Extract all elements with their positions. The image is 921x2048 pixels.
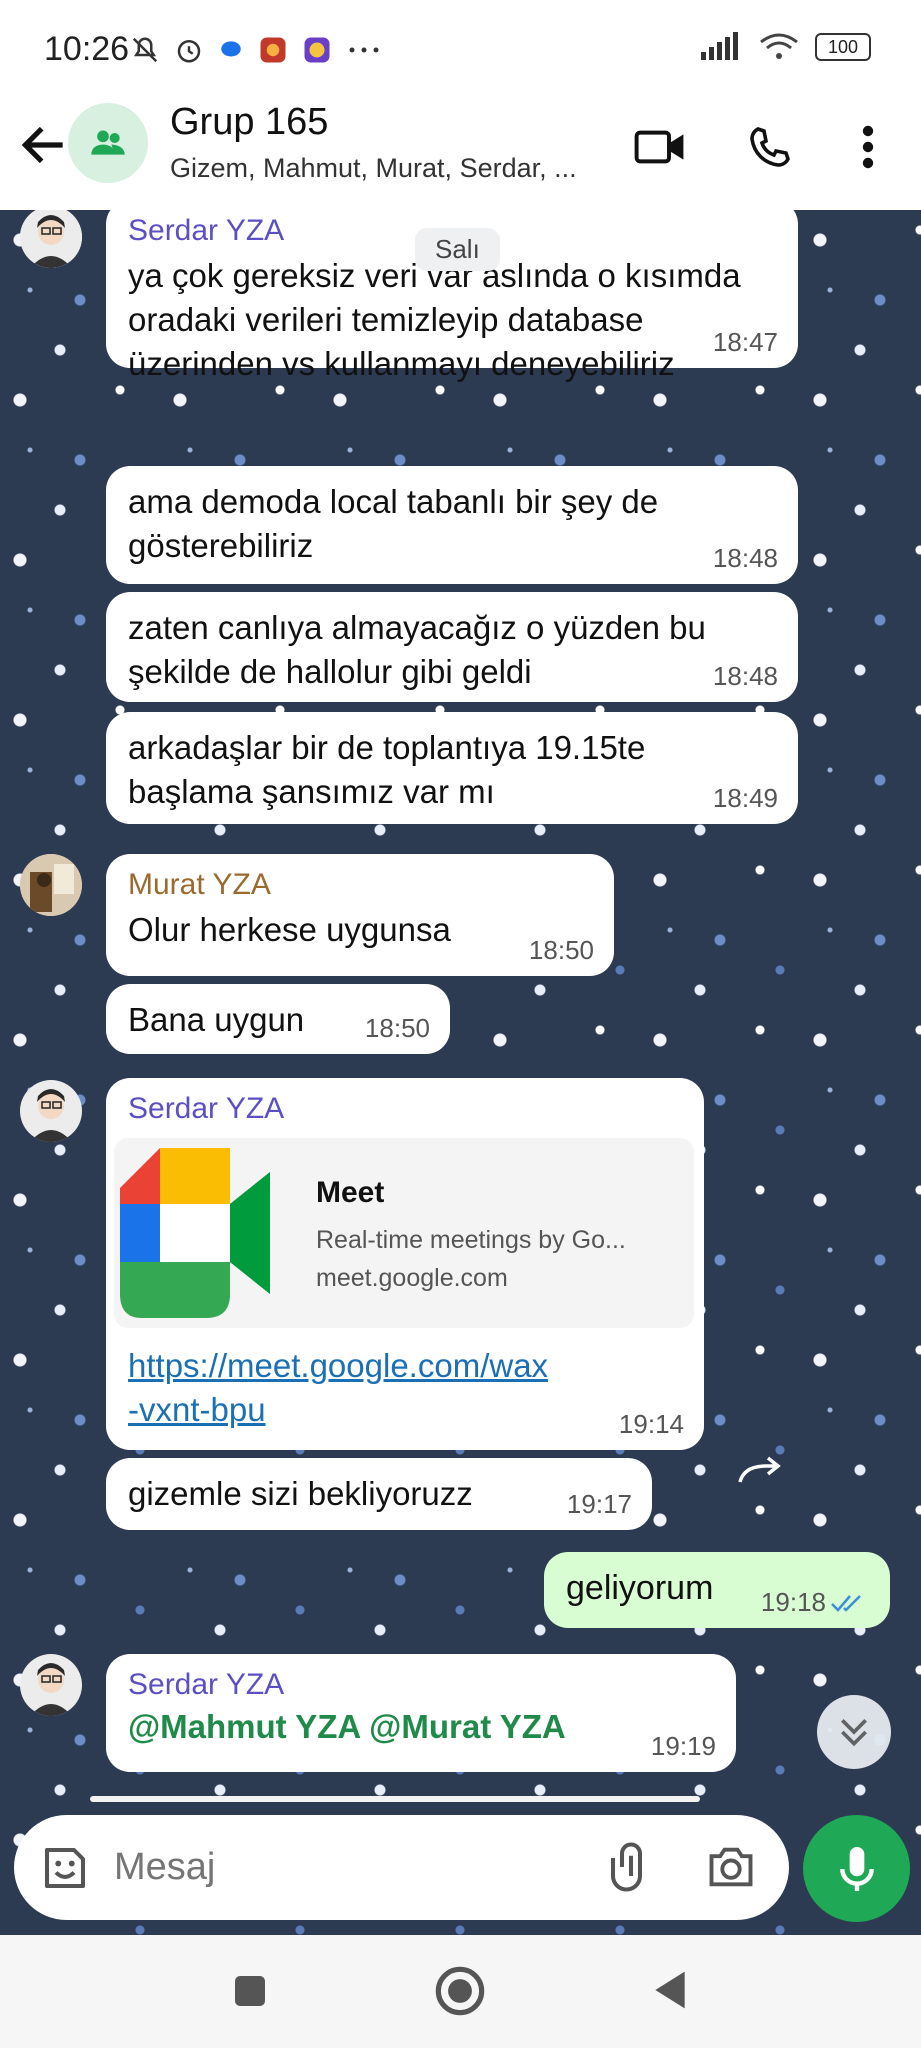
sticker-icon bbox=[44, 1847, 86, 1889]
link-preview-card[interactable]: Meet Real-time meetings by Go... meet.go… bbox=[114, 1138, 694, 1328]
signal-icon bbox=[701, 32, 738, 60]
group-avatar[interactable] bbox=[68, 103, 148, 183]
battery-icon: 100 bbox=[815, 33, 871, 61]
attach-button[interactable] bbox=[604, 1839, 658, 1900]
scroll-to-bottom-button[interactable] bbox=[817, 1695, 891, 1769]
message-time: 18:48 bbox=[712, 543, 778, 573]
message-bubble-outgoing[interactable]: geliyorum 19:18 bbox=[544, 1552, 890, 1628]
link-preview-domain: meet.google.com bbox=[316, 1264, 508, 1292]
message-time: 18:49 bbox=[712, 783, 778, 813]
video-call-button[interactable] bbox=[628, 115, 692, 179]
kebab-menu-icon bbox=[862, 125, 874, 169]
message-bubble[interactable]: gizemle sizi bekliyoruzz 19:17 bbox=[106, 1458, 652, 1530]
message-time: 19:17 bbox=[566, 1489, 632, 1519]
game-app-icon bbox=[260, 37, 286, 63]
google-meet-logo-icon bbox=[120, 1148, 270, 1318]
message-text: gizemle sizi bekliyoruzz bbox=[128, 1475, 473, 1512]
divider-line bbox=[90, 1796, 700, 1802]
emoji-sticker-button[interactable] bbox=[38, 1841, 92, 1900]
more-options-button[interactable] bbox=[836, 115, 900, 179]
message-text: arkadaşlar bir de toplantıya 19.15te baş… bbox=[128, 729, 646, 810]
sender-avatar-murat[interactable] bbox=[20, 854, 82, 916]
message-time: 18:48 bbox=[712, 661, 778, 691]
alarm-icon bbox=[177, 40, 201, 63]
sender-avatar-serdar[interactable] bbox=[20, 1080, 82, 1142]
home-button[interactable] bbox=[434, 1965, 486, 2022]
message-input[interactable] bbox=[112, 1845, 586, 1890]
message-time: 18:50 bbox=[364, 1013, 430, 1043]
sender-name: Murat YZA bbox=[128, 868, 271, 901]
sender-name: Serdar YZA bbox=[128, 1092, 285, 1125]
wifi-icon bbox=[760, 33, 798, 59]
message-time: 19:19 bbox=[650, 1731, 716, 1761]
message-mentions[interactable]: @Mahmut YZA @Murat YZA bbox=[128, 1708, 714, 1746]
message-time: 19:14 bbox=[618, 1409, 684, 1439]
person-photo-icon bbox=[20, 854, 82, 916]
group-people-icon bbox=[91, 130, 125, 155]
chat-header: Grup 165 Gizem, Mahmut, Murat, Serdar, .… bbox=[0, 95, 921, 210]
link-preview-title: Meet bbox=[316, 1176, 385, 1209]
person-photo-icon bbox=[20, 1080, 82, 1142]
chat-members[interactable]: Gizem, Mahmut, Murat, Serdar, ... bbox=[170, 153, 577, 184]
date-separator: Salı bbox=[415, 228, 500, 271]
link-preview-description: Real-time meetings by Go... bbox=[316, 1226, 626, 1254]
message-bubble[interactable]: Murat YZA Olur herkese uygunsa 18:50 bbox=[106, 854, 614, 976]
person-photo-icon bbox=[20, 1654, 82, 1716]
message-text: Olur herkese uygunsa bbox=[128, 911, 451, 948]
double-chevron-down-icon bbox=[841, 1719, 867, 1747]
paperclip-icon bbox=[610, 1842, 643, 1892]
sender-name: Serdar YZA bbox=[128, 1668, 285, 1701]
message-bubble[interactable]: Bana uygun 18:50 bbox=[106, 984, 450, 1054]
double-check-read-icon bbox=[831, 1595, 861, 1612]
battery-level: 100 bbox=[827, 36, 859, 57]
camera-icon bbox=[709, 1847, 753, 1887]
chat-messages[interactable]: Serdar YZA ya çok gereksiz veri var aslı… bbox=[0, 210, 921, 1935]
square-icon bbox=[235, 1976, 265, 2006]
meet-link[interactable]: https://meet.google.com/wax -vxnt-bpu bbox=[128, 1344, 548, 1432]
link-line-2[interactable]: -vxnt-bpu bbox=[128, 1388, 548, 1432]
chat-title[interactable]: Grup 165 bbox=[170, 101, 328, 144]
message-text: zaten canlıya almayacağız o yüzden bu şe… bbox=[128, 609, 706, 690]
home-circle-icon bbox=[435, 1966, 485, 2016]
message-time: 18:50 bbox=[528, 935, 594, 965]
link-line-1[interactable]: https://meet.google.com/wax bbox=[128, 1344, 548, 1388]
message-app-icon bbox=[221, 41, 241, 57]
recents-button[interactable] bbox=[230, 1971, 270, 2016]
microphone-icon bbox=[839, 1846, 874, 1891]
system-nav-bar bbox=[0, 1935, 921, 2048]
voice-message-button[interactable] bbox=[803, 1815, 910, 1922]
more-notifications-icon bbox=[349, 47, 379, 53]
message-text: ya çok gereksiz veri var aslında o kısım… bbox=[128, 257, 741, 382]
back-arrow-icon bbox=[21, 126, 63, 164]
sender-avatar-serdar[interactable] bbox=[20, 1654, 82, 1716]
person-photo-icon bbox=[20, 210, 82, 268]
status-icons-right: 100 bbox=[701, 32, 871, 62]
back-button[interactable] bbox=[16, 117, 76, 177]
bell-off-icon bbox=[132, 37, 158, 63]
message-bubble-link[interactable]: Serdar YZA Meet Real-time meetings by Go… bbox=[106, 1078, 704, 1450]
video-camera-icon bbox=[634, 130, 684, 164]
message-time: 19:18 bbox=[760, 1587, 826, 1617]
voice-call-button[interactable] bbox=[738, 115, 802, 179]
camera-button[interactable] bbox=[704, 1841, 758, 1898]
message-text: ama demoda local tabanlı bir şey de göst… bbox=[128, 483, 659, 564]
moon-app-icon bbox=[304, 37, 330, 63]
message-bubble[interactable]: zaten canlıya almayacağız o yüzden bu şe… bbox=[106, 592, 798, 702]
back-nav-button[interactable] bbox=[648, 1967, 692, 2018]
message-composer bbox=[14, 1815, 789, 1920]
status-bar: 10:26 100 bbox=[0, 0, 921, 95]
phone-icon bbox=[750, 127, 790, 167]
forward-arrow-icon bbox=[738, 1456, 781, 1483]
message-bubble[interactable]: Serdar YZA @Mahmut YZA @Murat YZA 19:19 bbox=[106, 1654, 736, 1772]
message-bubble[interactable]: arkadaşlar bir de toplantıya 19.15te baş… bbox=[106, 712, 798, 824]
sender-avatar-serdar[interactable] bbox=[20, 210, 82, 268]
status-time: 10:26 bbox=[44, 30, 130, 68]
triangle-back-icon bbox=[655, 1971, 685, 2009]
status-icons-left bbox=[130, 30, 382, 70]
message-time: 18:47 bbox=[712, 327, 778, 357]
forward-button[interactable] bbox=[732, 1442, 788, 1498]
message-bubble[interactable]: ama demoda local tabanlı bir şey de göst… bbox=[106, 466, 798, 584]
